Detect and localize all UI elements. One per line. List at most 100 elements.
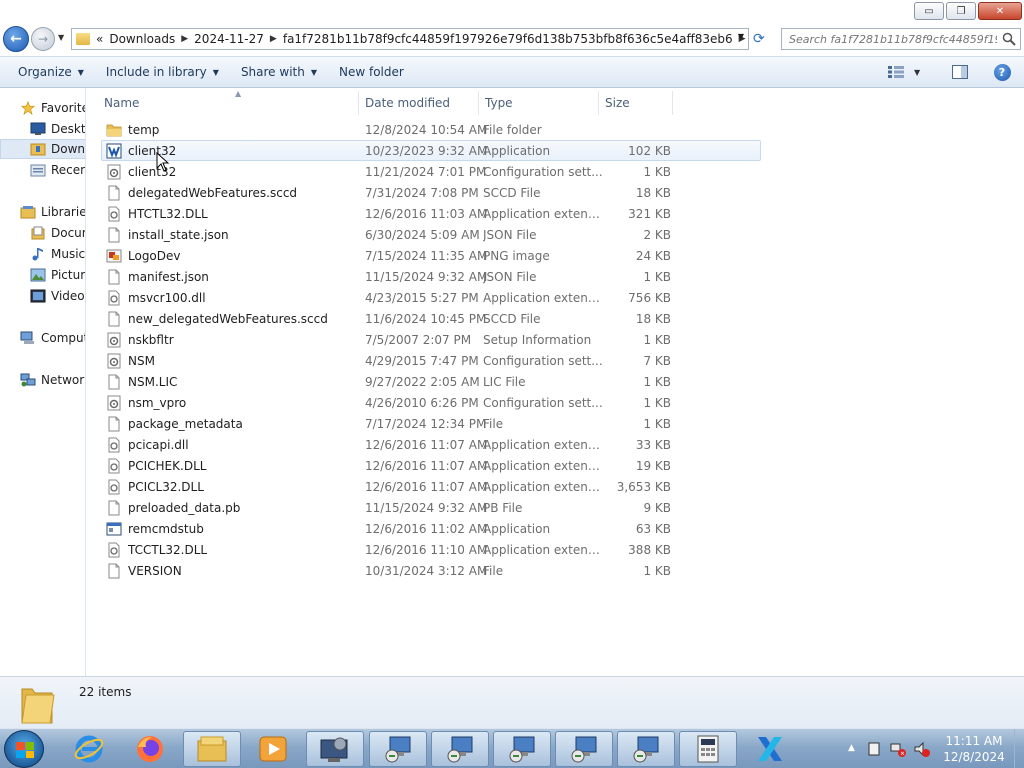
nav-videos[interactable]: Videos	[0, 286, 85, 306]
file-name-cell[interactable]: NSM	[102, 353, 363, 369]
show-desktop-button[interactable]	[1014, 729, 1024, 768]
file-name-cell[interactable]: LogoDev	[102, 248, 363, 264]
nav-downloads[interactable]: Downloads	[0, 139, 85, 159]
file-row[interactable]: package_metadata 7/17/2024 12:34 PM File 1 …	[101, 413, 761, 434]
column-type[interactable]: Type	[479, 91, 599, 115]
close-button[interactable]: ✕	[978, 2, 1022, 20]
file-name-cell[interactable]: client32	[102, 164, 363, 180]
breadcrumb-hash-folder[interactable]: fa1f7281b11b78f9cfc44859f197926e79f6d138…	[283, 32, 733, 46]
column-size[interactable]: Size	[599, 91, 673, 115]
taskbar-internet-explorer[interactable]	[60, 731, 118, 767]
file-row[interactable]: NSM 4/29/2015 7:47 PM Configuration sett..…	[101, 350, 761, 371]
taskbar-remote-client-1[interactable]	[369, 731, 427, 767]
nav-pictures[interactable]: Pictures	[0, 265, 85, 285]
file-name-cell[interactable]: manifest.json	[102, 269, 363, 285]
organize-button[interactable]: Organize ▼	[8, 60, 94, 84]
forward-button[interactable]: →	[31, 27, 55, 51]
file-row[interactable]: client32 11/21/2024 7:01 PM Configuration …	[101, 161, 761, 182]
nav-network[interactable]: Network	[0, 370, 85, 390]
include-in-library-button[interactable]: Include in library ▼	[96, 60, 229, 84]
file-name-cell[interactable]: NSM.LIC	[102, 374, 363, 390]
file-name-cell[interactable]: install_state.json	[102, 227, 363, 243]
file-row[interactable]: manifest.json 11/15/2024 9:32 AM JSON File…	[101, 266, 761, 287]
file-name-cell[interactable]: HTCTL32.DLL	[102, 206, 363, 222]
nav-favorites[interactable]: Favorites	[0, 98, 85, 118]
new-folder-button[interactable]: New folder	[329, 60, 414, 84]
column-name[interactable]: Name	[98, 91, 359, 115]
address-bar[interactable]: « Downloads ▶ 2024-11-27 ▶ fa1f7281b11b7…	[71, 28, 749, 50]
file-row[interactable]: temp 12/8/2024 10:54 AM File folder	[101, 119, 761, 140]
taskbar-control-panel[interactable]	[306, 731, 364, 767]
file-name-cell[interactable]: nskbfltr	[102, 332, 363, 348]
search-input[interactable]	[782, 29, 997, 49]
file-name-cell[interactable]: PCICL32.DLL	[102, 479, 363, 495]
taskbar-media-player[interactable]	[244, 731, 302, 767]
file-name-cell[interactable]: preloaded_data.pb	[102, 500, 363, 516]
file-row[interactable]: pcicapi.dll 12/6/2016 11:07 AM Application…	[101, 434, 761, 455]
taskbar-remote-client-4[interactable]	[555, 731, 613, 767]
file-name-cell[interactable]: nsm_vpro	[102, 395, 363, 411]
file-name-cell[interactable]: msvcr100.dll	[102, 290, 363, 306]
file-row[interactable]: nskbfltr 7/5/2007 2:07 PM Setup Informatio…	[101, 329, 761, 350]
file-row[interactable]: client32 10/23/2023 9:32 AM Application 102…	[101, 140, 761, 161]
file-row[interactable]: NSM.LIC 9/27/2022 2:05 AM LIC File 1 KB	[101, 371, 761, 392]
taskbar-remote-client-3[interactable]	[493, 731, 551, 767]
file-name-cell[interactable]: temp	[102, 122, 363, 138]
taskbar-remote-client-5[interactable]	[617, 731, 675, 767]
volume-muted-icon[interactable]	[914, 741, 930, 757]
chevron-right-icon[interactable]: ▶	[181, 34, 188, 44]
nav-computer[interactable]: Computer	[0, 328, 85, 348]
system-clock[interactable]: 11:11 AM 12/8/2024	[938, 733, 1010, 765]
file-row[interactable]: msvcr100.dll 4/23/2015 5:27 PM Application…	[101, 287, 761, 308]
help-button[interactable]: ?	[990, 61, 1014, 83]
file-name-cell[interactable]: VERSION	[102, 563, 363, 579]
change-view-button[interactable]	[884, 61, 908, 83]
taskbar-firefox[interactable]	[121, 731, 179, 767]
preview-pane-button[interactable]	[948, 61, 972, 83]
file-row[interactable]: remcmdstub 12/6/2016 11:02 AM Application 6…	[101, 518, 761, 539]
file-name-cell[interactable]: package_metadata	[102, 416, 363, 432]
chevron-right-icon[interactable]: ▶	[270, 34, 277, 44]
file-row[interactable]: nsm_vpro 4/26/2010 6:26 PM Configuration s…	[101, 392, 761, 413]
file-name-cell[interactable]: TCCTL32.DLL	[102, 542, 363, 558]
file-row[interactable]: delegatedWebFeatures.sccd 7/31/2024 7:08 …	[101, 182, 761, 203]
file-row[interactable]: HTCTL32.DLL 12/6/2016 11:03 AM Application…	[101, 203, 761, 224]
file-row[interactable]: TCCTL32.DLL 12/6/2016 11:10 AM Application…	[101, 539, 761, 560]
network-error-icon[interactable]: ✕	[890, 741, 906, 757]
nav-recent-places[interactable]: Recent Places	[0, 160, 85, 180]
file-row[interactable]: install_state.json 6/30/2024 5:09 AM JSON …	[101, 224, 761, 245]
file-row[interactable]: VERSION 10/31/2024 3:12 AM File 1 KB	[101, 560, 761, 581]
file-row[interactable]: new_delegatedWebFeatures.sccd 11/6/2024 1…	[101, 308, 761, 329]
column-date-modified[interactable]: Date modified	[359, 91, 479, 115]
file-name-cell[interactable]: delegatedWebFeatures.sccd	[102, 185, 363, 201]
share-with-button[interactable]: Share with ▼	[231, 60, 327, 84]
nav-music[interactable]: Music	[0, 244, 85, 264]
breadcrumb-downloads[interactable]: Downloads	[109, 32, 175, 46]
file-name-cell[interactable]: client32	[102, 143, 363, 159]
breadcrumb-overflow[interactable]: «	[96, 32, 103, 46]
start-button[interactable]	[4, 730, 44, 768]
taskbar-x-app[interactable]	[741, 731, 799, 767]
nav-desktop[interactable]: Desktop	[0, 119, 85, 139]
view-dropdown-icon[interactable]: ▼	[914, 68, 928, 77]
file-name-cell[interactable]: new_delegatedWebFeatures.sccd	[102, 311, 363, 327]
search-box[interactable]	[781, 28, 1021, 50]
search-icon[interactable]	[1002, 32, 1016, 46]
breadcrumb-date-folder[interactable]: 2024-11-27	[194, 32, 264, 46]
taskbar-remote-client-2[interactable]	[431, 731, 489, 767]
file-row[interactable]: PCICHEK.DLL 12/6/2016 11:07 AM Application…	[101, 455, 761, 476]
file-row[interactable]: PCICL32.DLL 12/6/2016 11:07 AM Application…	[101, 476, 761, 497]
taskbar-calculator[interactable]	[679, 731, 737, 767]
file-row[interactable]: LogoDev 7/15/2024 11:35 AM PNG image 24 KB	[101, 245, 761, 266]
show-hidden-icons-icon[interactable]: ▲	[848, 743, 855, 753]
file-name-cell[interactable]: remcmdstub	[102, 521, 363, 537]
file-name-cell[interactable]: PCICHEK.DLL	[102, 458, 363, 474]
nav-libraries[interactable]: Libraries	[0, 202, 85, 222]
minimize-button[interactable]: ▭	[914, 2, 944, 20]
file-name-cell[interactable]: pcicapi.dll	[102, 437, 363, 453]
taskbar-windows-explorer[interactable]	[183, 731, 241, 767]
action-center-icon[interactable]	[866, 741, 882, 757]
address-dropdown-icon[interactable]: ▼	[738, 32, 744, 41]
nav-documents[interactable]: Documents	[0, 223, 85, 243]
file-row[interactable]: preloaded_data.pb 11/15/2024 9:32 AM PB Fi…	[101, 497, 761, 518]
